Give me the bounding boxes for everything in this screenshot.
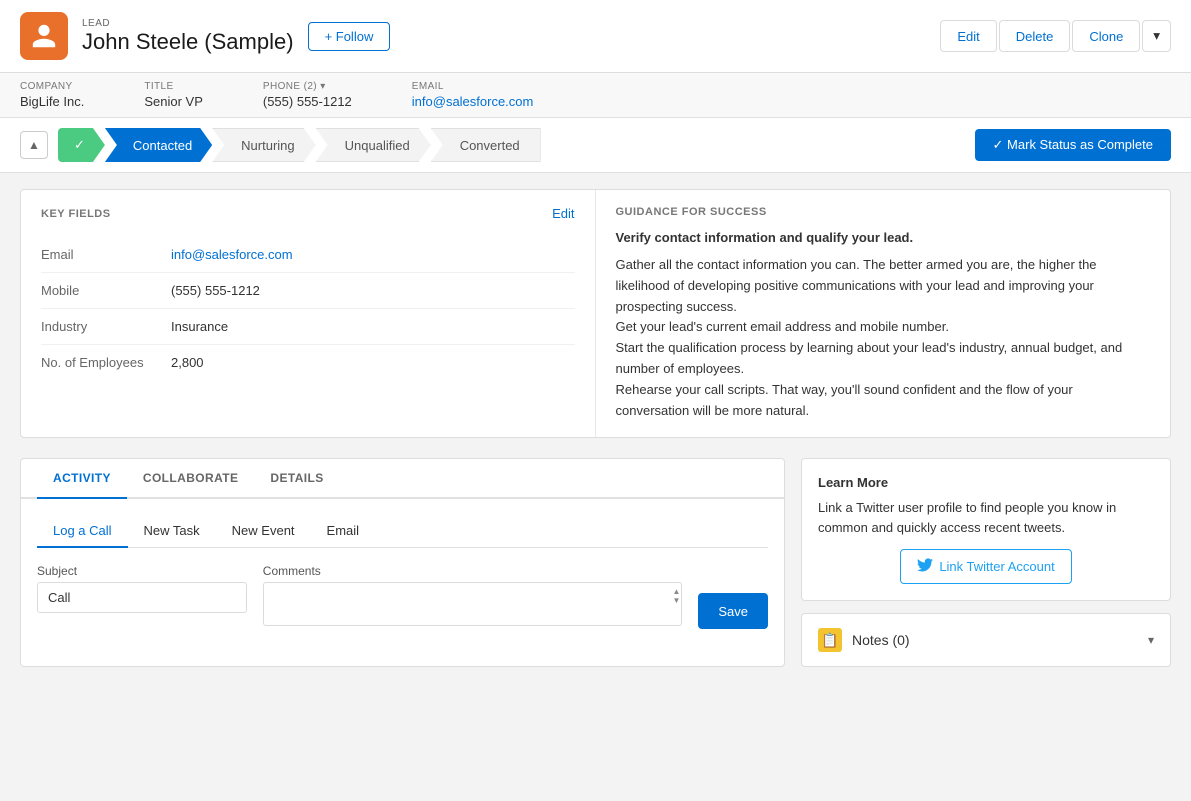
phone-value: (555) 555-1212 [263,94,352,109]
tab-details[interactable]: DETAILS [254,459,339,499]
comments-label: Comments [263,564,683,578]
main-content: KEY FIELDS Edit Email info@salesforce.co… [0,173,1191,683]
lead-label: LEAD [82,18,294,29]
delete-button[interactable]: Delete [999,20,1071,52]
title-label: TITLE [144,81,203,92]
notes-icon: 📋 [818,628,842,652]
pipeline: ✓ Contacted Nurturing Unqualified Conver… [58,128,975,162]
field-label-email: Email [41,247,171,262]
tab-collaborate[interactable]: COLLABORATE [127,459,255,499]
link-twitter-button[interactable]: Link Twitter Account [900,549,1071,584]
field-value-employees: 2,800 [171,355,204,370]
learn-more-title: Learn More [818,475,1154,490]
company-label: COMPANY [20,81,84,92]
lead-info: LEAD John Steele (Sample) [82,18,294,55]
sub-tab-email[interactable]: Email [311,515,376,548]
field-row-industry: Industry Insurance [41,309,575,345]
learn-more-panel: Learn More Link a Twitter user profile t… [801,458,1171,601]
header: LEAD John Steele (Sample) + Follow Edit … [0,0,1191,73]
comments-group: Comments ▲ ▼ [263,564,683,629]
field-value-industry: Insurance [171,319,228,334]
right-panels: Learn More Link a Twitter user profile t… [801,458,1171,667]
pipeline-step-unqualified[interactable]: Unqualified [316,128,431,162]
field-value-mobile: (555) 555-1212 [171,283,260,298]
person-icon [30,22,58,50]
key-fields-title: KEY FIELDS [41,208,111,220]
notes-panel: 📋 Notes (0) ▾ [801,613,1171,667]
field-label-employees: No. of Employees [41,355,171,370]
sub-tab-log-call[interactable]: Log a Call [37,515,128,548]
email-label: EMAIL [412,81,534,92]
activity-panel: ACTIVITY COLLABORATE DETAILS Log a Call … [20,458,785,667]
pipeline-step-converted[interactable]: Converted [431,128,541,162]
header-actions: Edit Delete Clone ▾ [940,20,1171,52]
sub-tab-new-event[interactable]: New Event [216,515,311,548]
clone-button[interactable]: Clone [1072,20,1140,52]
title-value: Senior VP [144,94,203,109]
phone-field: PHONE (2) ▾ (555) 555-1212 [263,81,352,109]
field-row-mobile: Mobile (555) 555-1212 [41,273,575,309]
title-field: TITLE Senior VP [144,81,203,109]
subject-group: Subject [37,564,247,629]
edit-button[interactable]: Edit [940,20,996,52]
pipeline-step-nurturing[interactable]: Nurturing [212,128,315,162]
guidance-text: Gather all the contact information you c… [616,255,1151,421]
field-label-industry: Industry [41,319,171,334]
field-value-email: info@salesforce.com [171,247,293,262]
key-fields-header: KEY FIELDS Edit [41,206,575,221]
notes-chevron-icon[interactable]: ▾ [1148,633,1154,647]
mark-complete-button[interactable]: ✓ Mark Status as Complete [975,129,1171,161]
lead-name: John Steele (Sample) [82,29,294,55]
pipeline-step-contacted[interactable]: Contacted [105,128,212,162]
company-field: COMPANY BigLife Inc. [20,81,84,109]
bottom-grid: ACTIVITY COLLABORATE DETAILS Log a Call … [20,458,1171,667]
header-left: LEAD John Steele (Sample) + Follow [20,12,390,60]
twitter-icon [917,557,933,576]
subject-label: Subject [37,564,247,578]
textarea-down-arrow[interactable]: ▼ [672,597,680,605]
field-row-email: Email info@salesforce.com [41,237,575,273]
content-grid: KEY FIELDS Edit Email info@salesforce.co… [20,189,1171,438]
guidance-panel: GUIDANCE FOR SUCCESS Verify contact info… [596,190,1171,437]
email-field: EMAIL info@salesforce.com [412,81,534,109]
field-label-mobile: Mobile [41,283,171,298]
save-button[interactable]: Save [698,593,768,629]
phone-label: PHONE (2) ▾ [263,81,352,92]
pipeline-step-completed[interactable]: ✓ [58,128,105,162]
guidance-title: GUIDANCE FOR SUCCESS [616,206,1151,218]
textarea-arrows: ▲ ▼ [672,564,680,629]
follow-button[interactable]: + Follow [308,22,391,51]
phone-dropdown-icon[interactable]: ▾ [320,81,325,92]
textarea-up-arrow[interactable]: ▲ [672,588,680,596]
comments-textarea[interactable] [263,582,683,626]
activity-tab-content: Log a Call New Task New Event Email Subj… [21,499,784,645]
email-value: info@salesforce.com [412,94,534,109]
subheader: COMPANY BigLife Inc. TITLE Senior VP PHO… [0,73,1191,118]
sub-tab-new-task[interactable]: New Task [128,515,216,548]
guidance-bold: Verify contact information and qualify y… [616,230,1151,245]
status-collapse-button[interactable]: ▲ [20,131,48,159]
notes-title: Notes (0) [852,632,910,648]
notes-left: 📋 Notes (0) [818,628,910,652]
status-bar: ▲ ✓ Contacted Nurturing Unqualified Conv… [0,118,1191,173]
more-actions-button[interactable]: ▾ [1142,20,1171,52]
company-value: BigLife Inc. [20,94,84,109]
link-twitter-label: Link Twitter Account [939,559,1054,574]
activity-form-row: Subject Comments ▲ ▼ Save [37,564,768,629]
learn-more-text: Link a Twitter user profile to find peop… [818,498,1154,537]
main-tabs: ACTIVITY COLLABORATE DETAILS [21,459,784,499]
key-fields-panel: KEY FIELDS Edit Email info@salesforce.co… [21,190,596,437]
subject-input[interactable] [37,582,247,613]
tab-activity[interactable]: ACTIVITY [37,459,127,499]
field-row-employees: No. of Employees 2,800 [41,345,575,380]
activity-sub-tabs: Log a Call New Task New Event Email [37,515,768,548]
key-fields-edit-link[interactable]: Edit [552,206,574,221]
lead-icon [20,12,68,60]
